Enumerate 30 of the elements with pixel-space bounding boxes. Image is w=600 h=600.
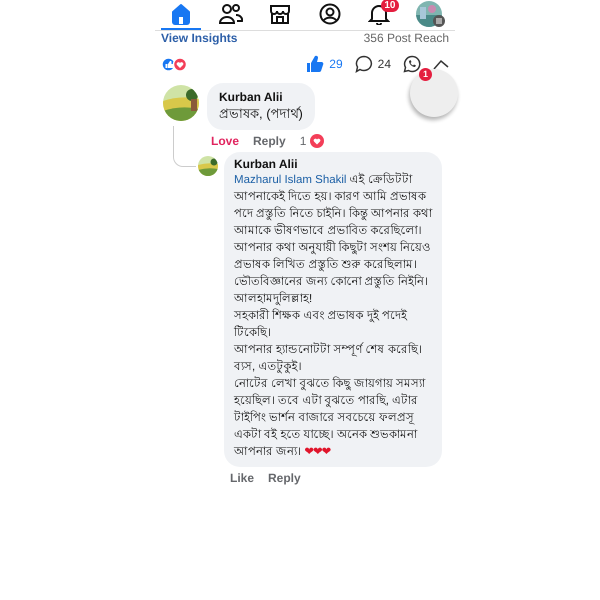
thumbs-up-icon [306,55,324,73]
comment-author[interactable]: Kurban Alii [234,156,434,172]
reactions-icon [161,56,189,72]
comment-action[interactable]: Like [230,471,254,485]
comment-action[interactable]: Reply [268,471,301,485]
mention-link[interactable]: Mazharul Islam Shakil [234,174,346,186]
love-reaction-icon [310,134,324,148]
like-button[interactable]: 29 [306,55,343,73]
reaction-count: 1 [300,134,306,148]
share-icon[interactable] [433,58,449,70]
view-insights-link[interactable]: View Insights [161,31,238,45]
whatsapp-icon[interactable] [403,55,421,73]
comment-action[interactable]: Reply [253,134,286,148]
profile-icon [318,3,341,25]
comment-button[interactable]: 24 [354,55,391,73]
reply-text: Mazharul Islam Shakil এই ক্রেডিটটা আপনাকেই দিতে হয়। কারণ আমি প্রভাষক পদে প্রস্তুতি নিতে চাইনি। কিন্তু আপনার কথা আমাকে ভীষণভাবে প্রভাবিত করেছিলো। আপনার কথা অনুযায়ী কিছুটা সংশয় নিয়েও প্রভাষক লিখিত প্রস্তুতি শুরু করেছিলাম। ভৌতবিজ্ঞানের জন্য কোনো প্রস্তুতি নিইনি। আলহামদুলিল্লাহ! সহকারী শিক্ষক এবং প্রভাষক দুই পদেই টিকেছি। আপনার হ্যান্ডনোটটা সম্পূর্ণ শেষ করেছি। ব্যস, এতটুকুই। নোটের লেখা বুঝতে কিছু জায়গায় সমস্যা হয়েছিল। তবে এটা বুঝতে পারছি, এটার টাইপিং ভার্শন বাজারে সবচেয়ে ফলপ্রসূ একটা বই হতে যাচ্ছে। অনেক শুভকামনা আপনার জন্য। ❤❤❤ [234,172,434,460]
home-icon [170,3,192,25]
thread-line [173,126,196,167]
share-badge: 1 [419,68,432,81]
menu-icon [432,15,445,27]
comment-text: প্রভাষক, (পদার্থ) [219,105,303,122]
floating-chat-bubble[interactable] [410,69,458,117]
nav-tab[interactable]: 10 [359,0,400,30]
comment-author[interactable]: Kurban Alii [219,89,303,105]
comment-action[interactable]: Love [211,134,240,148]
friends-icon [218,3,243,25]
post-reach: 356 Post Reach [364,31,449,45]
comment-icon [354,55,373,73]
notification-badge: 10 [381,0,398,12]
shop-icon [269,3,292,25]
